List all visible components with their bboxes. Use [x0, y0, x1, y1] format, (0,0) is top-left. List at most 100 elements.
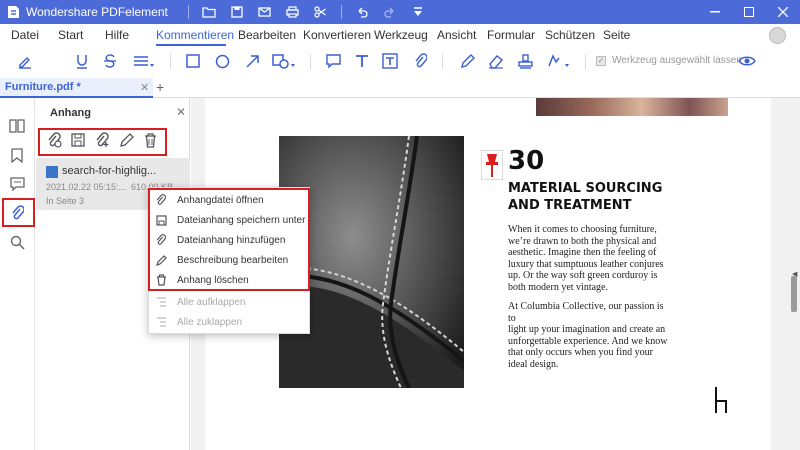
- note-icon[interactable]: [324, 52, 342, 70]
- save-icon[interactable]: [229, 4, 245, 20]
- menu-bar: Datei Start Hilfe Kommentieren Bearbeite…: [0, 24, 800, 46]
- mail-icon[interactable]: [257, 4, 273, 20]
- eraser-icon[interactable]: [487, 52, 505, 70]
- menu-datei[interactable]: Datei: [11, 28, 39, 42]
- section-number: 30: [508, 146, 545, 176]
- scissors-icon[interactable]: [313, 4, 329, 20]
- menu-hilfe[interactable]: Hilfe: [105, 28, 129, 42]
- attachments-panel-icon[interactable]: [8, 204, 26, 222]
- text-tool-icon[interactable]: [353, 52, 371, 70]
- menu-werkzeug[interactable]: Werkzeug: [374, 28, 428, 42]
- menu-start[interactable]: Start: [58, 28, 83, 42]
- menu-seite[interactable]: Seite: [603, 28, 630, 42]
- minimize-icon[interactable]: [698, 0, 732, 24]
- open-attachment-icon: [155, 194, 167, 206]
- add-attachment-icon[interactable]: [94, 132, 110, 148]
- pushpin-icon: [481, 150, 503, 180]
- text-line: both modern yet vintage.: [508, 281, 608, 293]
- menu-konvertieren[interactable]: Konvertieren: [303, 28, 371, 42]
- menu-schuetzen[interactable]: Schützen: [545, 28, 595, 42]
- open-attachment-icon[interactable]: [46, 132, 62, 148]
- menu-item-save-attachment[interactable]: Dateianhang speichern unter: [149, 210, 309, 230]
- heading-line: AND TREATMENT: [508, 198, 632, 213]
- divider: [170, 54, 171, 70]
- text-line: up. Or the way soft green corduroy is: [508, 270, 658, 281]
- chair-icon: [715, 387, 727, 413]
- menu-item-expand-all[interactable]: Alle aufklappen: [149, 292, 309, 312]
- menu-item-open-attachment[interactable]: Anhangdatei öffnen: [149, 190, 309, 210]
- pencil-icon: [155, 254, 167, 266]
- comments-icon[interactable]: [8, 175, 26, 193]
- open-folder-icon[interactable]: [201, 4, 217, 20]
- highlight-icon[interactable]: [16, 52, 34, 70]
- menu-item-label: Alle zuklappen: [177, 316, 243, 328]
- menu-bearbeiten[interactable]: Bearbeiten: [238, 28, 296, 42]
- thumbnails-icon[interactable]: [8, 117, 26, 135]
- keep-tool-selected-option[interactable]: ✓ Werkzeug ausgewählt lassen: [596, 55, 742, 66]
- bookmark-icon[interactable]: [8, 146, 26, 164]
- save-icon: [155, 214, 167, 226]
- quick-access-toolbar: [187, 4, 426, 20]
- close-icon[interactable]: [766, 0, 800, 24]
- customize-dropdown-icon[interactable]: [410, 4, 426, 20]
- menu-item-edit-description[interactable]: Beschreibung bearbeiten: [149, 250, 309, 270]
- redo-icon[interactable]: [382, 4, 398, 20]
- menu-item-label: Alle aufklappen: [177, 296, 246, 308]
- keep-tool-label: Werkzeug ausgewählt lassen: [612, 55, 742, 66]
- document-tab-name: Furniture.pdf *: [5, 81, 81, 93]
- attachment-name: search-for-highlig...: [62, 165, 157, 177]
- menu-kommentieren[interactable]: Kommentieren: [156, 28, 234, 42]
- add-attachment-icon: [155, 234, 167, 246]
- stamp-icon[interactable]: [516, 52, 534, 70]
- underline-icon[interactable]: [73, 52, 91, 70]
- scrollbar-thumb[interactable]: [791, 276, 797, 312]
- keep-tool-checkbox[interactable]: ✓: [596, 55, 606, 66]
- attachment-page: In Seite 3: [46, 196, 85, 206]
- undo-icon[interactable]: [354, 4, 370, 20]
- save-attachment-icon[interactable]: [70, 132, 86, 148]
- window-controls: [698, 0, 800, 24]
- menu-item-collapse-all[interactable]: Alle zuklappen: [149, 312, 309, 332]
- collapse-all-icon: [155, 316, 167, 328]
- print-icon[interactable]: [285, 4, 301, 20]
- user-avatar[interactable]: [769, 27, 786, 44]
- menu-item-delete-attachment[interactable]: Anhang löschen: [149, 270, 309, 290]
- rectangle-icon[interactable]: [184, 52, 202, 70]
- signature-dropdown-icon[interactable]: [545, 52, 571, 70]
- comment-toolbar: ✓ Werkzeug ausgewählt lassen: [0, 46, 800, 76]
- eye-icon[interactable]: [738, 52, 756, 70]
- replace-text-icon[interactable]: [132, 52, 156, 70]
- menu-formular[interactable]: Formular: [487, 28, 535, 42]
- strikethrough-icon[interactable]: [101, 52, 119, 70]
- pencil-icon[interactable]: [458, 52, 476, 70]
- document-tab-bar: Furniture.pdf * ✕ +: [0, 78, 800, 98]
- close-tab-icon[interactable]: ✕: [140, 81, 149, 94]
- divider: [340, 5, 342, 19]
- expand-all-icon: [155, 296, 167, 308]
- title-bar: Wondershare PDFelement: [0, 0, 800, 24]
- oval-icon[interactable]: [213, 52, 231, 70]
- search-icon[interactable]: [8, 233, 26, 251]
- vertical-scrollbar[interactable]: ◀: [791, 98, 800, 450]
- menu-ansicht[interactable]: Ansicht: [437, 28, 476, 42]
- app-title: Wondershare PDFelement: [26, 5, 168, 19]
- text-line: luxury that sumptuous leather conjures: [508, 258, 664, 270]
- app-logo-icon: [6, 5, 20, 19]
- arrow-icon[interactable]: [243, 52, 261, 70]
- menu-item-label: Beschreibung bearbeiten: [177, 254, 289, 266]
- heading-line: MATERIAL SOURCING: [508, 181, 663, 196]
- document-tab[interactable]: Furniture.pdf * ✕: [0, 78, 153, 98]
- shape-dropdown-icon[interactable]: [271, 52, 297, 70]
- maximize-icon[interactable]: [732, 0, 766, 24]
- close-panel-icon[interactable]: ✕: [176, 105, 186, 119]
- new-tab-icon[interactable]: +: [156, 79, 164, 95]
- attachment-date: 2021.02.22 05:15:...: [46, 182, 127, 192]
- divider: [585, 54, 586, 70]
- text-box-icon[interactable]: [381, 52, 399, 70]
- attachment-context-menu: Anhangdatei öffnen Dateianhang speichern…: [148, 187, 310, 334]
- divider: [187, 5, 189, 19]
- attachment-icon[interactable]: [411, 52, 429, 70]
- edit-description-icon[interactable]: [118, 132, 134, 148]
- menu-item-add-attachment[interactable]: Dateianhang hinzufügen: [149, 230, 309, 250]
- delete-attachment-icon[interactable]: [142, 132, 158, 148]
